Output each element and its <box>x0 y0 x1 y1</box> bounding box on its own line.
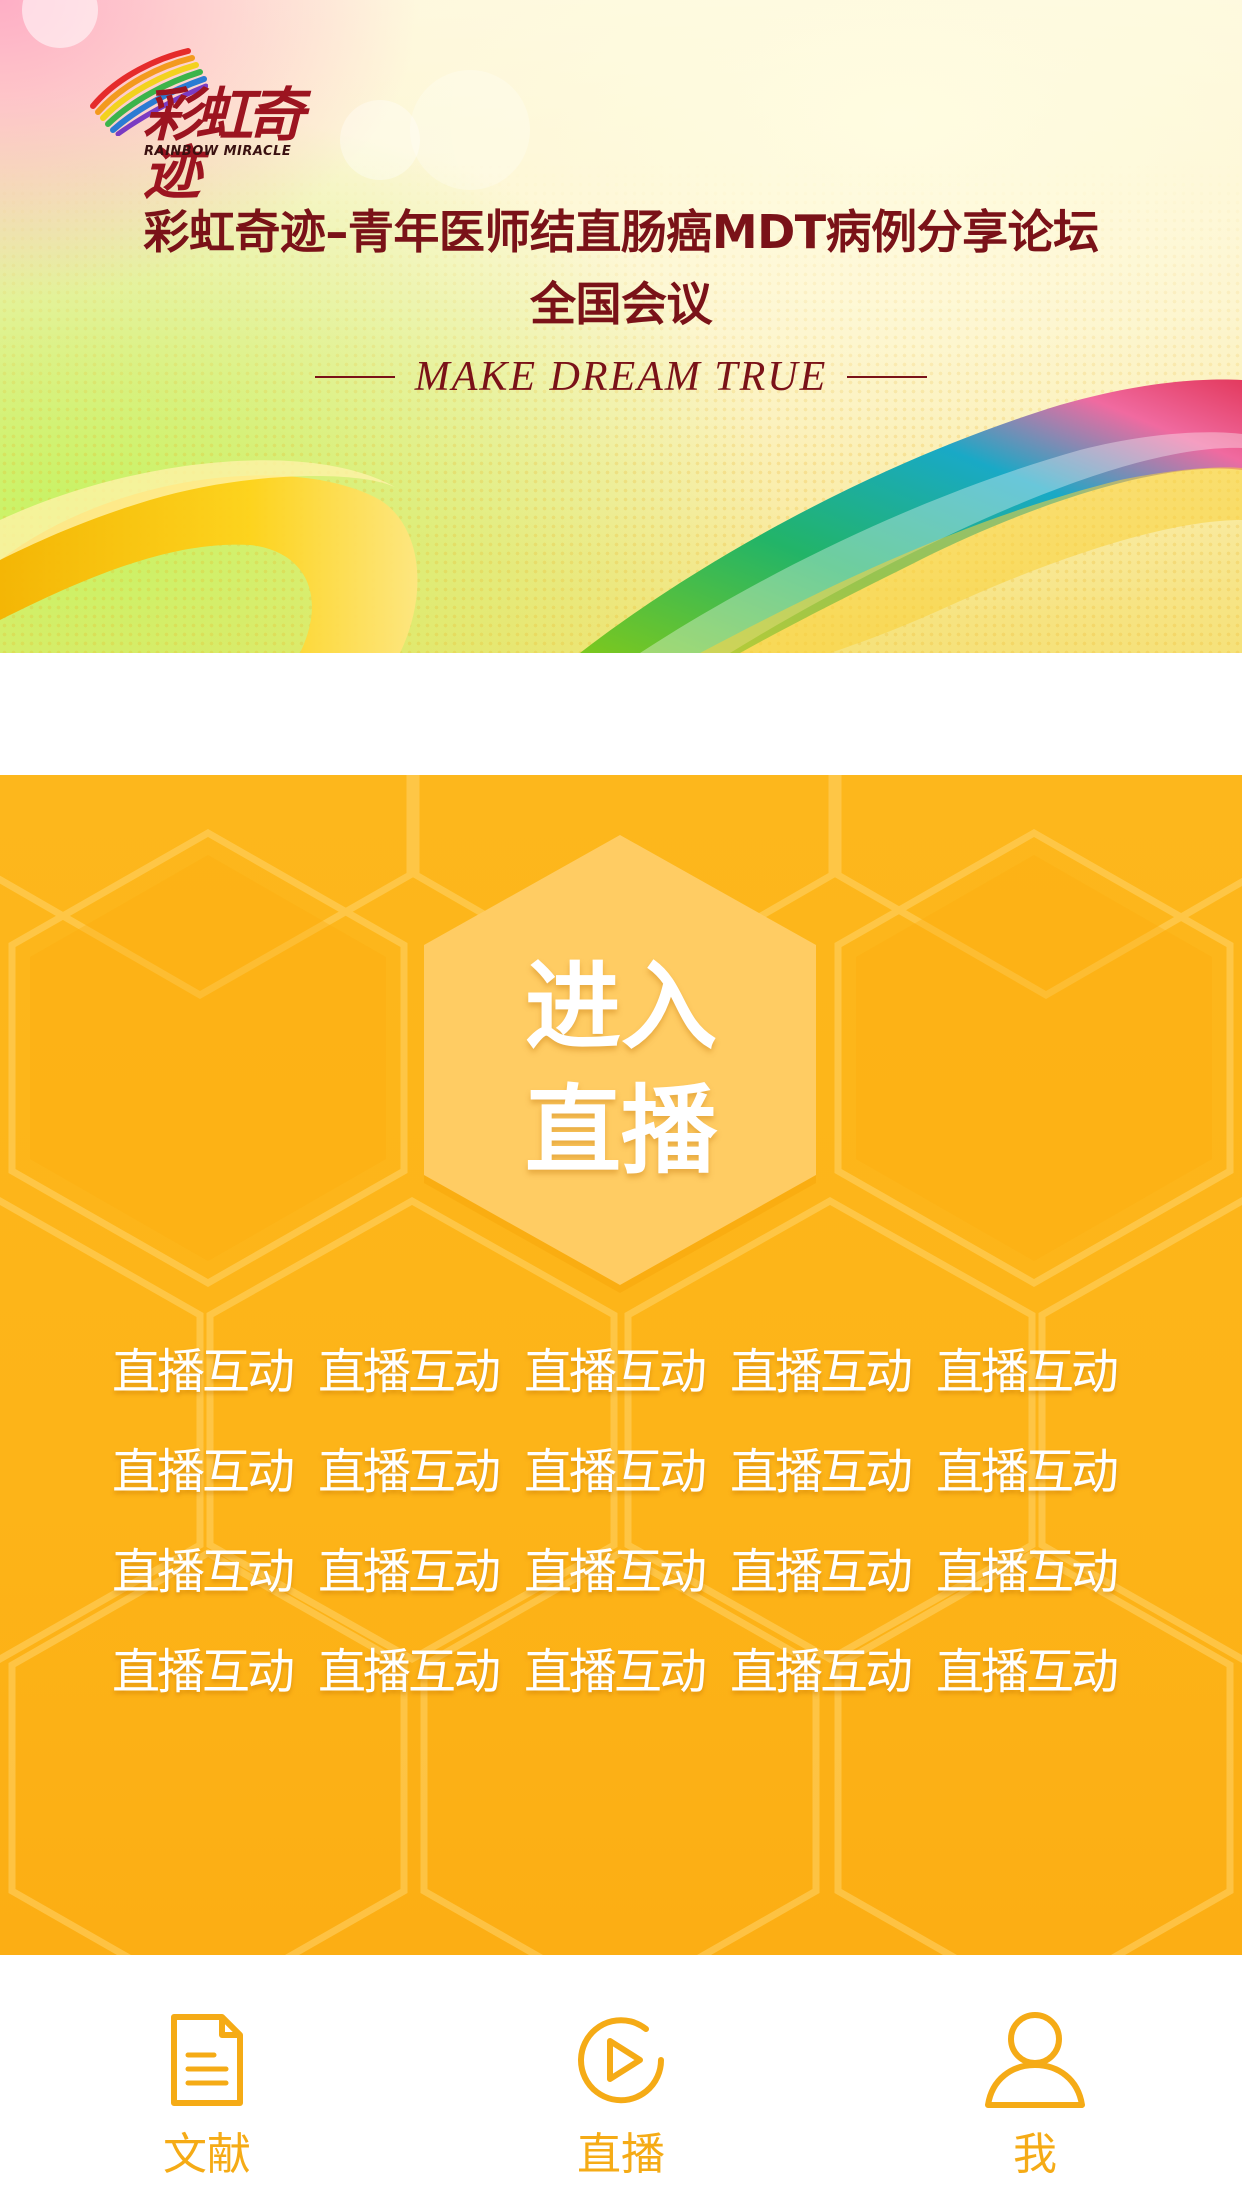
tab-literature[interactable]: 文献 <box>0 1955 414 2208</box>
enter-live-line1: 进入 <box>525 951 717 1063</box>
live-interaction-chip[interactable]: 直播互动 <box>112 1440 308 1504</box>
tab-live[interactable]: 直播 <box>414 1955 828 2208</box>
live-interaction-chip[interactable]: 直播互动 <box>936 1640 1132 1704</box>
bottom-tab-bar: 文献 直播 我 <box>0 1955 1242 2208</box>
live-interaction-chip[interactable]: 直播互动 <box>936 1440 1132 1504</box>
tagline-divider-right <box>847 376 928 378</box>
tab-live-label: 直播 <box>577 2129 665 2180</box>
live-interaction-chip[interactable]: 直播互动 <box>524 1340 720 1404</box>
live-interaction-chip[interactable]: 直播互动 <box>524 1440 720 1504</box>
live-interaction-chip[interactable]: 直播互动 <box>730 1340 926 1404</box>
live-interaction-chip[interactable]: 直播互动 <box>524 1540 720 1604</box>
page-title-line2: 全国会议 <box>530 277 713 331</box>
live-interaction-chip[interactable]: 直播互动 <box>730 1540 926 1604</box>
tab-me[interactable]: 我 <box>828 1955 1242 2208</box>
live-interaction-chip[interactable]: 直播互动 <box>318 1640 514 1704</box>
play-circle-icon <box>578 2017 665 2104</box>
enter-live-button[interactable]: 进入 直播 <box>421 945 821 1193</box>
live-interaction-chip[interactable]: 直播互动 <box>318 1540 514 1604</box>
live-interaction-chip[interactable]: 直播互动 <box>112 1340 308 1404</box>
document-icon <box>171 2014 243 2106</box>
user-icon <box>985 2012 1085 2108</box>
live-interaction-chip[interactable]: 直播互动 <box>318 1440 514 1504</box>
header-banner: 彩虹奇迹 RAINBOW MIRACLE 彩虹奇迹–青年医师结直肠癌MDT病例分… <box>0 0 1242 653</box>
live-interaction-chip[interactable]: 直播互动 <box>112 1640 308 1704</box>
live-interaction-chip[interactable]: 直播互动 <box>318 1340 514 1404</box>
live-interaction-chip[interactable]: 直播互动 <box>730 1440 926 1504</box>
rainbow-miracle-logo: 彩虹奇迹 RAINBOW MIRACLE <box>88 46 308 202</box>
enter-live-line2: 直播 <box>525 1075 717 1187</box>
tagline-divider-left <box>314 376 395 378</box>
page-title: 彩虹奇迹–青年医师结直肠癌MDT病例分享论坛 全国会议 <box>0 196 1242 340</box>
page-title-line1: 彩虹奇迹–青年医师结直肠癌MDT病例分享论坛 <box>143 205 1099 259</box>
tab-me-label: 我 <box>1013 2129 1057 2180</box>
tab-literature-label: 文献 <box>163 2129 251 2180</box>
live-interaction-grid: 直播互动 直播互动 直播互动 直播互动 直播互动 直播互动 直播互动 直播互动 直播互动 直播互动… <box>112 1340 1132 1704</box>
live-interaction-chip[interactable]: 直播互动 <box>936 1540 1132 1604</box>
tagline: MAKE DREAM TRUE <box>414 354 828 400</box>
live-panel: 进入 直播 直播互动 直播互动 直播互动 直播互动 直播互动 直播互动 直播互动 直播互动 直播… <box>0 775 1242 1955</box>
tagline-row: MAKE DREAM TRUE <box>0 352 1242 402</box>
live-interaction-chip[interactable]: 直播互动 <box>112 1540 308 1604</box>
live-interaction-chip[interactable]: 直播互动 <box>730 1640 926 1704</box>
logo-subtitle: RAINBOW MIRACLE <box>144 144 292 159</box>
live-interaction-chip[interactable]: 直播互动 <box>524 1640 720 1704</box>
live-interaction-chip[interactable]: 直播互动 <box>936 1340 1132 1404</box>
